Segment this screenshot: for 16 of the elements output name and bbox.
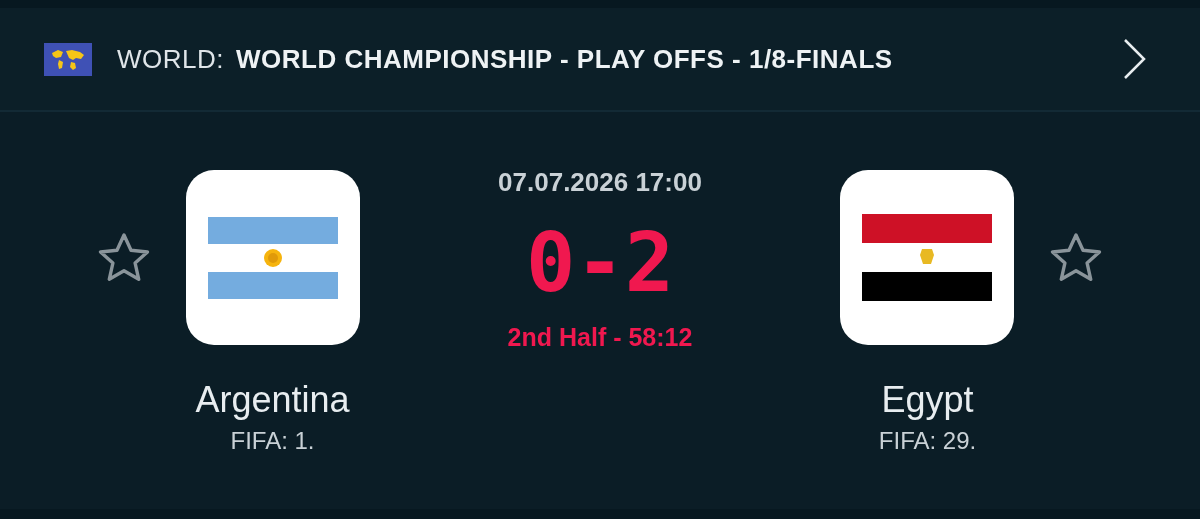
match-score: 0-2 <box>525 214 675 312</box>
world-map-icon <box>44 42 92 76</box>
fifa-ranking: FIFA: 1. <box>230 426 315 456</box>
competition-header[interactable]: WORLD: WORLD CHAMPIONSHIP - PLAY OFFS - 1/8-FINALS <box>0 8 1200 112</box>
competition-title: WORLD CHAMPIONSHIP - PLAY OFFS - 1/8-FINALS <box>236 42 893 76</box>
region-label: WORLD: <box>117 42 224 76</box>
match-status: 2nd Half - 58:12 <box>507 322 693 353</box>
team-name[interactable]: Egypt <box>881 378 974 422</box>
argentina-flag-icon <box>208 216 338 299</box>
team-logo-card[interactable] <box>840 170 1014 345</box>
team-logo-card[interactable] <box>186 170 360 345</box>
team-name[interactable]: Argentina <box>195 378 350 422</box>
match-datetime: 07.07.2026 17:00 <box>498 166 702 199</box>
chevron-right-icon[interactable] <box>1122 37 1148 81</box>
fifa-ranking: FIFA: 29. <box>878 426 977 456</box>
egypt-flag-icon <box>862 214 992 301</box>
